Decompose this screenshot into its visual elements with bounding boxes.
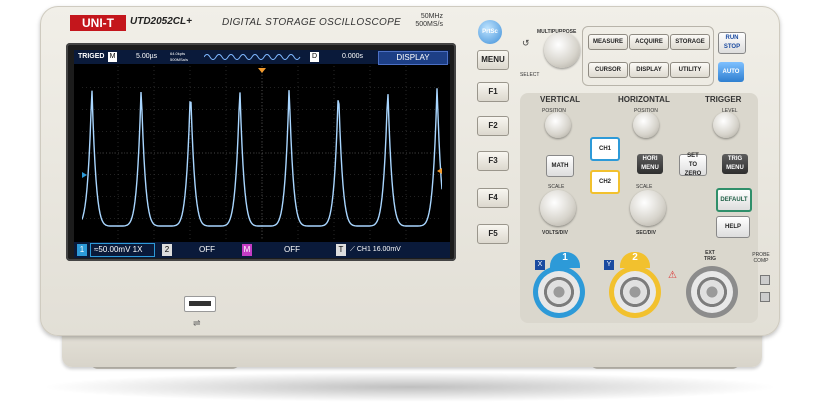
ext-trig-bnc-input[interactable] (691, 271, 733, 313)
measure-button[interactable]: MEASURE (588, 34, 628, 50)
f3-button[interactable]: F3 (477, 151, 509, 171)
warning-icon: ⚠ (668, 270, 677, 281)
ch1-ground-marker (82, 172, 87, 178)
horizontal-scale-label: SCALE (636, 184, 653, 190)
multipurpose-knob[interactable] (544, 32, 580, 68)
utility-button[interactable]: UTILITY (670, 62, 710, 78)
volts-div-knob[interactable] (540, 190, 576, 226)
math-setting: OFF (284, 245, 300, 254)
ch2-bnc-input[interactable] (614, 271, 656, 313)
set-to-zero-button[interactable]: SET TO ZERO (679, 152, 707, 177)
usb-slot (189, 301, 211, 306)
help-button[interactable]: HELP (716, 216, 750, 238)
storage-button[interactable]: STORAGE (670, 34, 710, 50)
cursor-button[interactable]: CURSOR (588, 62, 628, 78)
ch1-setting: ≈50.00mV 1X (90, 243, 155, 257)
spec-label: 50MHz 500MS/s (398, 13, 443, 29)
acquire-button[interactable]: ACQUIRE (629, 34, 669, 50)
ch1-bnc-input[interactable] (538, 271, 580, 313)
ch2-setting: OFF (199, 245, 215, 254)
stop-label: STOP (723, 44, 741, 50)
vertical-title: VERTICAL (540, 95, 580, 104)
usb-icon: ⇌ (193, 318, 201, 328)
trigger-setting-text: CH1 16.00mV (356, 246, 401, 253)
menu-title: DISPLAY (378, 51, 448, 65)
menu-button[interactable]: MENU (477, 50, 509, 70)
ch2-marker: 2 (162, 244, 172, 256)
product-title: DIGITAL STORAGE OSCILLOSCOPE (222, 17, 402, 28)
memory-depth: 64.0kpts (170, 51, 186, 56)
brand-logo: UNI-T (70, 15, 126, 31)
f1-button[interactable]: F1 (477, 82, 509, 102)
sample-rate: 500MSa/s (170, 57, 189, 62)
hori-menu-button[interactable]: HORI MENU (637, 154, 663, 174)
hori-label: HORI (642, 156, 658, 162)
f4-button[interactable]: F4 (477, 188, 509, 208)
math-marker: M (242, 244, 252, 256)
vertical-position-knob[interactable] (545, 112, 571, 138)
horizontal-position-knob[interactable] (633, 112, 659, 138)
trigger-level-marker (437, 168, 442, 174)
ch2-button[interactable]: CH2 (590, 170, 620, 194)
run-label: RUN (725, 35, 739, 41)
f2-button[interactable]: F2 (477, 116, 509, 136)
f5-button[interactable]: F5 (477, 224, 509, 244)
trig-menu-label: MENU (726, 165, 744, 171)
to-zero-label: TO ZERO (684, 161, 702, 177)
prtsc-button[interactable]: PrtSc (478, 20, 502, 44)
probe-ground-terminal[interactable] (760, 292, 770, 302)
hori-menu-label: MENU (641, 165, 659, 171)
select-label: SELECT (520, 72, 540, 78)
usb-port[interactable] (184, 296, 216, 312)
ext-trig-label: EXT TRIG (698, 250, 722, 262)
delay-readout: 0.000s (342, 53, 364, 60)
display-button[interactable]: DISPLAY (629, 62, 669, 78)
trigger-title: TRIGGER (705, 95, 742, 104)
probe-comp-label: PROBE COMP (752, 252, 770, 264)
set-label: SET (687, 152, 699, 159)
math-button[interactable]: MATH (546, 155, 574, 177)
floor-shadow (40, 372, 780, 402)
rotate-icon: ↺ (522, 38, 530, 48)
trigger-marker: T (336, 244, 346, 256)
bandwidth-label: 50MHz (420, 13, 443, 20)
mode-marker: M (108, 52, 117, 62)
trigger-setting: ⟋ CH1 16.00mV (350, 246, 401, 253)
waveform-area (82, 66, 442, 240)
lcd-screen: TRIGED M 5.00µs 64.0kpts 500MSa/s D 0.000… (74, 50, 450, 258)
trig-label: TRIG (727, 156, 743, 162)
delay-marker: D (310, 52, 319, 62)
ch1-marker: 1 (77, 244, 87, 256)
channel-info-bar: 1 ≈50.00mV 1X 2 OFF M OFF T ⟋ CH1 16.00m… (74, 242, 450, 258)
sec-div-knob[interactable] (630, 190, 666, 226)
trig-label-ext: TRIG (704, 256, 716, 262)
status-bar: TRIGED M 5.00µs 64.0kpts 500MSa/s D 0.000… (74, 50, 450, 65)
ch1-x-badge: X (535, 260, 545, 270)
volts-div-label: VOLTS/DIV (542, 230, 569, 236)
probe-comp-terminal[interactable] (760, 275, 770, 285)
trigger-level-knob[interactable] (713, 112, 739, 138)
model-name: UTD2052CL+ (130, 16, 192, 27)
auto-button[interactable]: AUTO (718, 62, 744, 82)
sec-div-label: SEC/DIV (636, 230, 657, 236)
trigger-position-marker (258, 68, 266, 73)
memory-overview-icon (204, 54, 301, 60)
sample-rate-label: 500MS/s (415, 21, 443, 28)
default-button[interactable]: DEFAULT (716, 188, 752, 212)
ch2-y-badge: Y (604, 260, 614, 270)
trigger-status: TRIGED (78, 53, 105, 60)
ch1-button[interactable]: CH1 (590, 137, 620, 161)
sample-readout: 64.0kpts 500MSa/s (170, 51, 188, 65)
trig-menu-button[interactable]: TRIG MENU (722, 154, 748, 174)
horizontal-title: HORIZONTAL (618, 95, 670, 104)
run-stop-button[interactable]: RUN STOP (718, 32, 746, 54)
timebase-readout: 5.00µs (136, 53, 158, 60)
